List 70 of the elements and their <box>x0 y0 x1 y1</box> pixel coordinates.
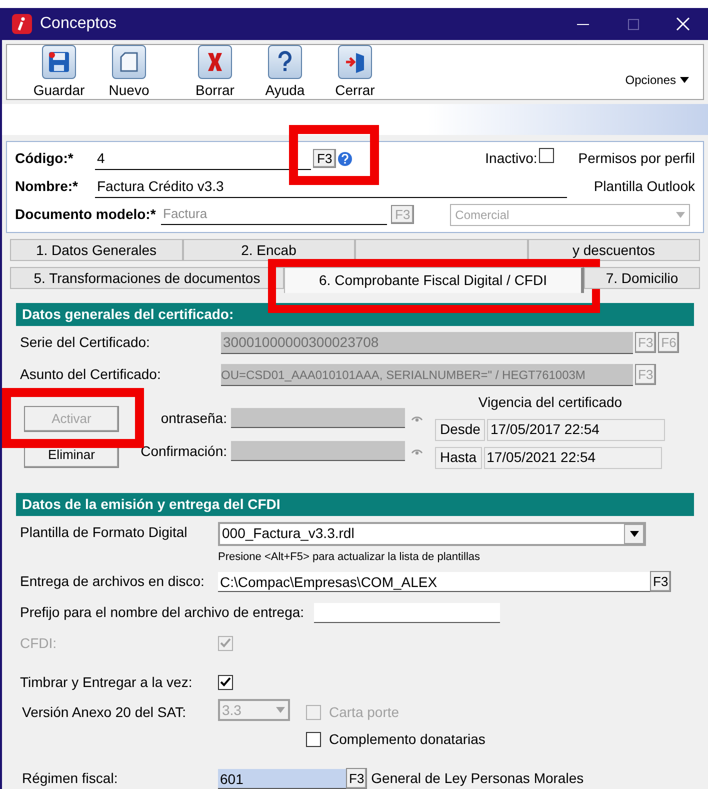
tab[interactable]: 2. Encab <box>182 238 355 260</box>
label: Vigencia del certificado <box>478 392 622 412</box>
lookup-button[interactable]: F3 <box>650 571 672 592</box>
question-icon <box>268 45 302 79</box>
checkbox[interactable] <box>306 732 321 747</box>
label: Prefijo para el nombre del archivo de entrega: <box>19 603 304 622</box>
label: Versión Anexo 20 del SAT: <box>21 703 187 722</box>
code-field[interactable]: 4 <box>95 148 311 170</box>
eye-icon[interactable] <box>411 447 423 455</box>
label: ontraseña: <box>160 408 228 428</box>
checkbox[interactable] <box>218 636 233 651</box>
caret-icon <box>630 530 638 536</box>
caret-icon[interactable] <box>276 707 285 713</box>
label: Complemento donatarias <box>329 730 486 749</box>
label: Timbrar y Entregar a la vez: <box>19 673 194 692</box>
label: Confirmación: <box>140 442 228 460</box>
toolbar-button[interactable]: Cerrar <box>327 45 383 97</box>
date-label: Hasta <box>435 446 482 468</box>
label: Asunto del Certificado: <box>19 365 162 384</box>
prefix-field[interactable] <box>314 602 500 622</box>
date-field: 17/05/2017 22:54 <box>487 418 666 440</box>
certificate-subject-field: OU=CSD01_AAA010101AAA, SERIALNUMBER=" / HEGT761003M <box>221 364 633 386</box>
lookup-button[interactable]: F3 <box>346 768 368 789</box>
exit-door-icon <box>338 45 372 79</box>
template-link[interactable]: Plantilla Outlook <box>594 176 695 197</box>
label: Documento modelo:* <box>15 205 157 224</box>
tab[interactable]: 7. Domicilio <box>584 266 700 288</box>
label: Régimen fiscal: <box>21 769 119 788</box>
window-title: Conceptos <box>40 14 116 34</box>
label: Inactivo: <box>485 149 538 168</box>
tab[interactable] <box>355 238 528 260</box>
tab[interactable]: 5. Transformaciones de documentos <box>10 266 284 288</box>
label: CFDI: <box>19 634 58 653</box>
name-field[interactable]: Factura Crédito v3.3 <box>95 176 567 198</box>
x-icon <box>198 45 232 79</box>
certificate-serial-field: 30001000000300023708 <box>221 332 633 354</box>
dropdown-button[interactable] <box>624 524 644 544</box>
delivery-path-field[interactable]: C:\Compac\Empresas\COM_ALEX <box>218 572 650 592</box>
label: Entrega de archivos en disco: <box>19 572 206 591</box>
date-label: Desde <box>435 418 486 440</box>
label: General de Ley Personas Morales <box>371 769 584 788</box>
date-field: 17/05/2021 22:54 <box>484 446 662 468</box>
checkbox[interactable] <box>539 148 554 163</box>
section-header: Datos de la emisión y entrega del CFDI <box>16 492 694 516</box>
label: Plantilla de Formato Digital <box>19 522 188 542</box>
toolbar-button[interactable]: Borrar <box>187 45 243 97</box>
help-icon[interactable] <box>338 152 352 166</box>
toolbar-button[interactable]: Nuevo <box>101 45 157 97</box>
toolbar-button[interactable]: Guardar <box>31 45 87 97</box>
options-menu[interactable]: Opciones <box>625 71 689 89</box>
label: Serie del Certificado: <box>19 333 151 352</box>
tax-regime-field[interactable]: 601 <box>218 768 346 788</box>
lookup-button[interactable]: F3 <box>313 149 336 168</box>
app-logo-icon <box>12 14 32 34</box>
tab[interactable]: 6. Comprobante Fiscal Digital / CFDI <box>284 266 584 292</box>
label: Carta porte <box>329 703 400 722</box>
confirmation-field[interactable] <box>231 441 405 461</box>
tab[interactable]: y descuentos <box>528 238 700 260</box>
tab[interactable]: 1. Datos Generales <box>10 238 182 260</box>
label: Presione <Alt+F5> para actualizar la lista de plantillas <box>218 550 482 564</box>
template-dropdown[interactable]: 000_Factura_v3.3.rdl <box>218 522 646 546</box>
password-field[interactable] <box>231 408 405 428</box>
label: Código:* <box>15 149 74 168</box>
eye-icon[interactable] <box>411 414 423 422</box>
checkbox[interactable] <box>218 675 233 690</box>
toolbar-button[interactable]: Ayuda <box>257 45 313 97</box>
label: Nombre:* <box>15 177 80 196</box>
permissions-link[interactable]: Permisos por perfil <box>578 148 695 169</box>
floppy-icon <box>42 45 76 79</box>
caret-icon <box>680 77 689 83</box>
